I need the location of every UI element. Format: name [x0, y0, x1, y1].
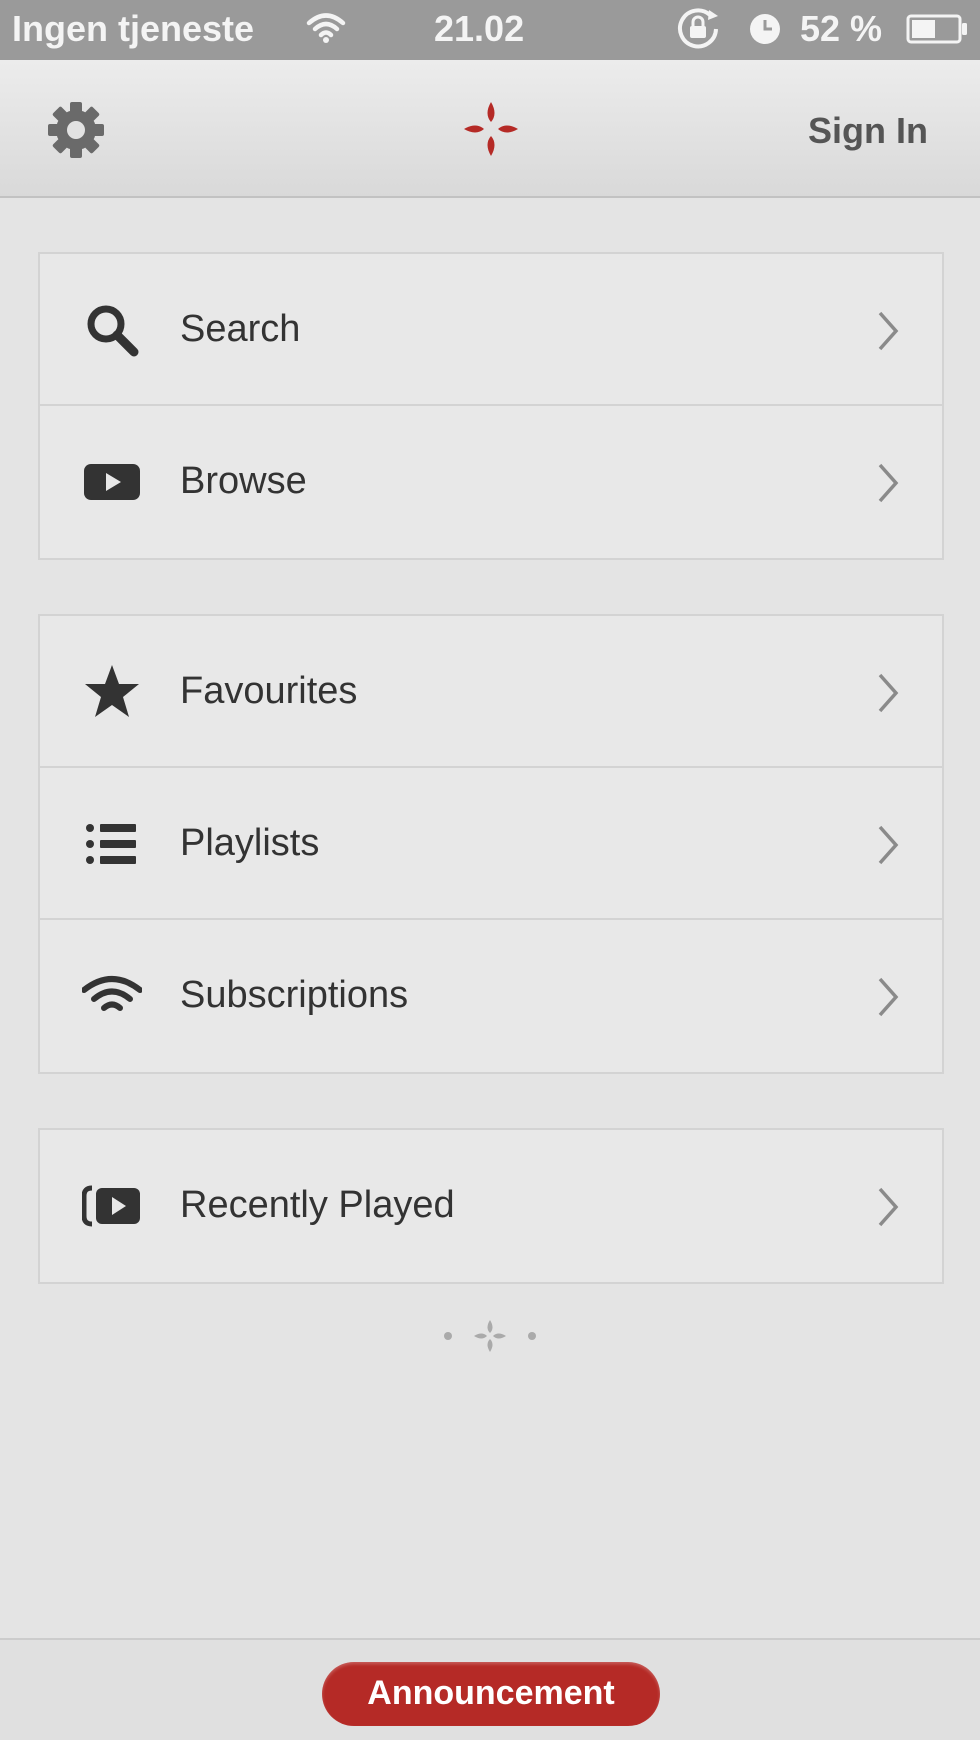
menu-item-label: Browse	[180, 460, 307, 502]
menu-item-subscriptions[interactable]: Subscriptions	[40, 920, 942, 1072]
app-logo-icon	[464, 102, 518, 156]
chevron-right-icon	[878, 463, 899, 503]
menu-group-primary: Search Browse	[38, 252, 944, 560]
play-box-icon	[84, 464, 140, 500]
rotation-lock-icon	[678, 8, 718, 49]
chevron-right-icon	[878, 1187, 899, 1227]
chevron-right-icon	[878, 311, 899, 351]
carrier-name: Ingen tjeneste	[12, 8, 255, 49]
announcement-button[interactable]: Announcement	[322, 1662, 660, 1726]
nav-bar: Sign In	[0, 60, 980, 198]
menu-item-label: Search	[180, 308, 301, 350]
wifi-signal-icon	[306, 13, 346, 43]
sign-in-button[interactable]: Sign In	[808, 110, 928, 152]
menu-item-label: Subscriptions	[180, 974, 409, 1016]
star-icon	[85, 665, 139, 717]
chevron-right-icon	[878, 825, 899, 865]
recent-play-icon	[82, 1185, 140, 1227]
gear-icon[interactable]	[44, 98, 108, 162]
menu-group-library: Favourites Playlists Subscriptions	[38, 614, 944, 1074]
chevron-right-icon	[878, 673, 899, 713]
list-icon	[86, 824, 136, 864]
status-time: 21.02	[434, 8, 525, 49]
menu-item-recently-played[interactable]: Recently Played	[40, 1130, 942, 1282]
loading-indicator-icon	[444, 1320, 536, 1352]
menu-item-search[interactable]: Search	[40, 254, 942, 406]
menu-item-label: Playlists	[180, 822, 320, 864]
search-icon	[87, 305, 139, 357]
menu-item-label: Favourites	[180, 670, 358, 712]
alarm-clock-icon	[750, 14, 780, 44]
battery-icon	[906, 14, 967, 44]
menu-item-playlists[interactable]: Playlists	[40, 768, 942, 920]
menu-item-browse[interactable]: Browse	[40, 406, 942, 558]
status-bar: Ingen tjeneste 21.02 52 %	[0, 0, 980, 60]
wifi-icon	[82, 976, 142, 1011]
menu-group-history: Recently Played	[38, 1128, 944, 1284]
menu-item-label: Recently Played	[180, 1184, 455, 1226]
screen: Ingen tjeneste 21.02 52 % Sign In Search…	[0, 0, 980, 1740]
menu-item-favourites[interactable]: Favourites	[40, 616, 942, 768]
bottom-bar: Announcement	[0, 1638, 980, 1740]
battery-percent: 52 %	[800, 8, 883, 49]
chevron-right-icon	[878, 977, 899, 1017]
